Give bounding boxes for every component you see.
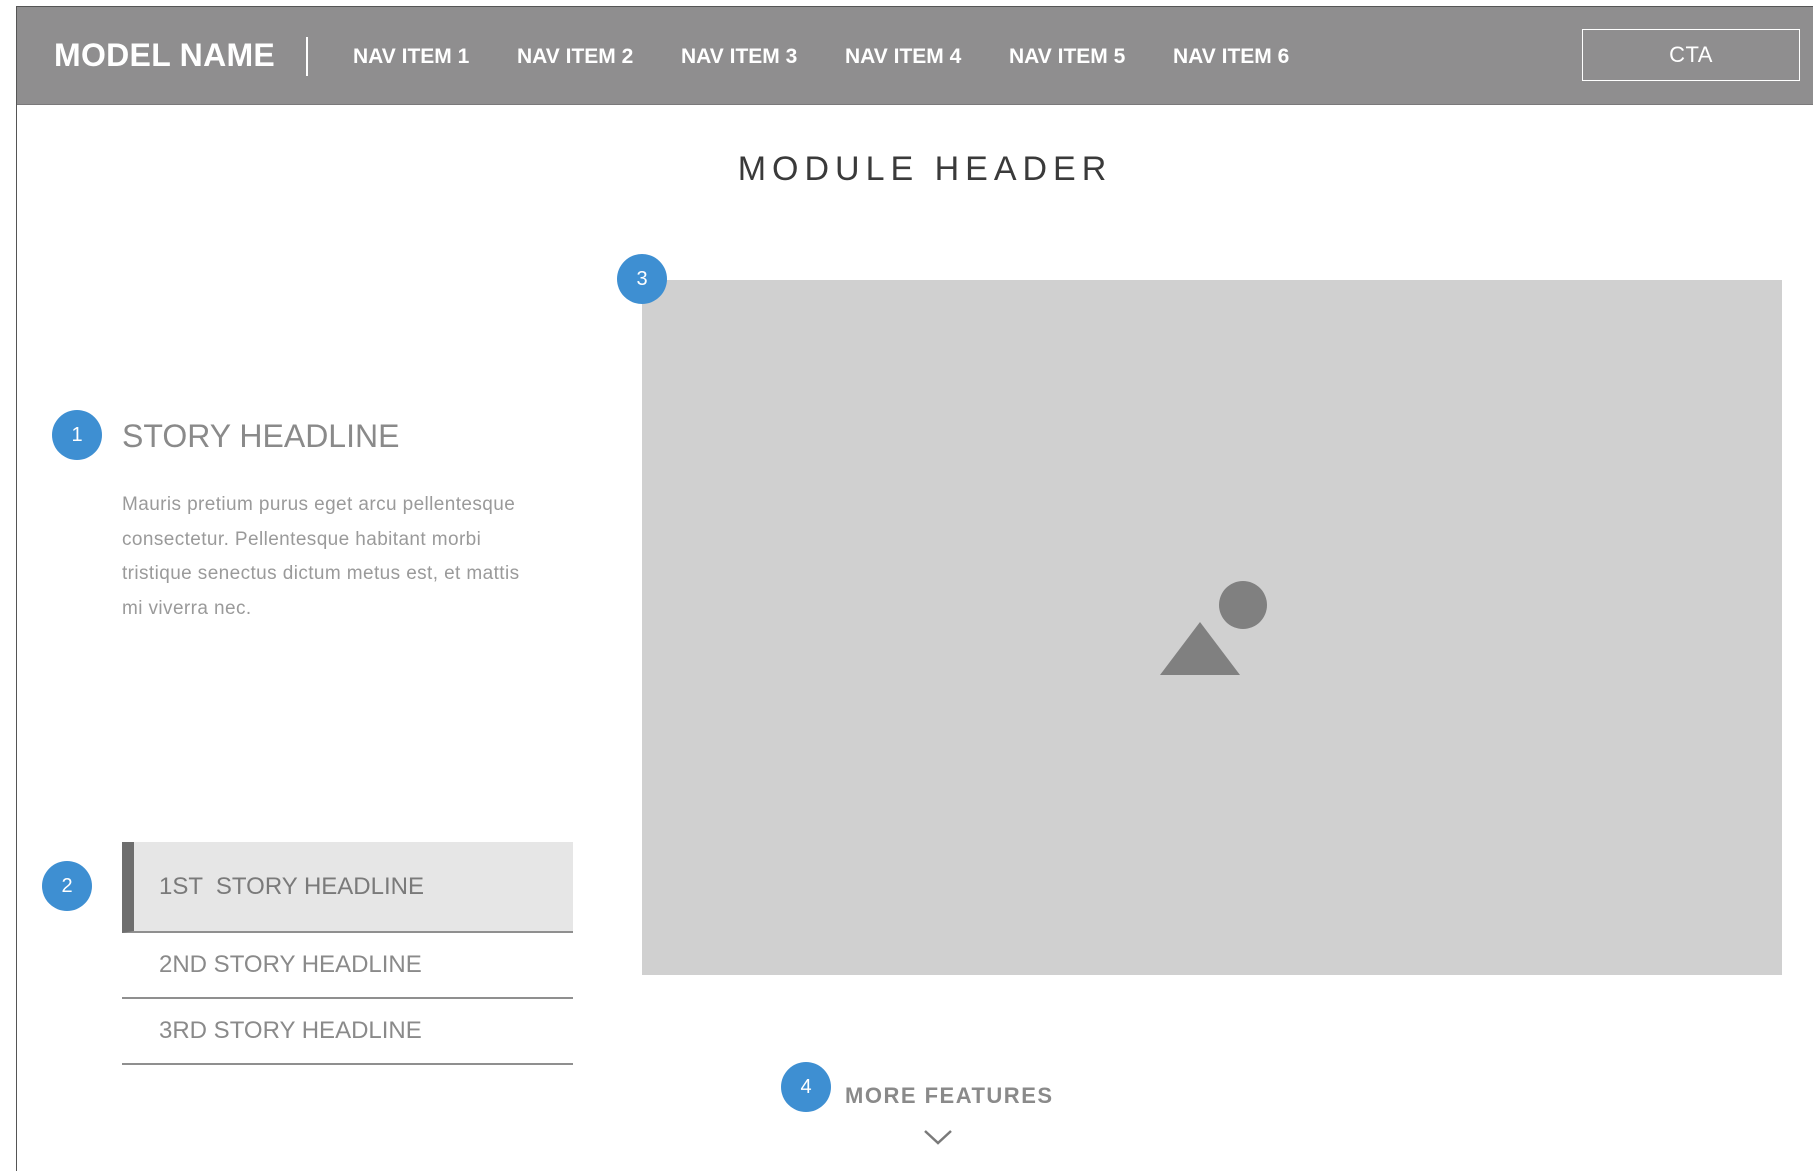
story-list-item-3[interactable]: 3RD STORY HEADLINE <box>122 999 573 1065</box>
marker-1-badge: 1 <box>52 410 102 460</box>
more-features-link[interactable]: MORE FEATURES <box>845 1083 1054 1109</box>
marker-3-badge: 3 <box>617 254 667 304</box>
chevron-down-icon[interactable] <box>923 1128 953 1146</box>
brand-divider <box>306 37 308 76</box>
nav-item-2[interactable]: NAV ITEM 2 <box>517 45 681 69</box>
story-list-item-label: 1ST STORY HEADLINE <box>159 872 424 900</box>
page: MODEL NAME NAV ITEM 1 NAV ITEM 2 NAV ITE… <box>0 0 1813 1171</box>
marker-4-badge: 4 <box>781 1062 831 1112</box>
cta-button[interactable]: CTA <box>1582 29 1800 81</box>
module-header: MODULE HEADER <box>737 150 1113 188</box>
story-list: 1ST STORY HEADLINE 2ND STORY HEADLINE 3R… <box>122 842 573 1065</box>
brand-model-name[interactable]: MODEL NAME <box>54 37 275 74</box>
story-list-item-1[interactable]: 1ST STORY HEADLINE <box>122 842 573 933</box>
nav-item-4[interactable]: NAV ITEM 4 <box>845 45 1009 69</box>
nav-item-3[interactable]: NAV ITEM 3 <box>681 45 845 69</box>
story-list-item-label: 2ND STORY HEADLINE <box>159 951 422 978</box>
nav-item-5[interactable]: NAV ITEM 5 <box>1009 45 1173 69</box>
story-headline: STORY HEADLINE <box>122 418 400 454</box>
nav-item-1[interactable]: NAV ITEM 1 <box>353 45 517 69</box>
nav-list: NAV ITEM 1 NAV ITEM 2 NAV ITEM 3 NAV ITE… <box>353 45 1337 69</box>
image-placeholder-icon <box>1160 581 1267 675</box>
top-nav-bar: MODEL NAME NAV ITEM 1 NAV ITEM 2 NAV ITE… <box>17 7 1813 105</box>
story-list-item-2[interactable]: 2ND STORY HEADLINE <box>122 933 573 999</box>
story-body-text: Mauris pretium purus eget arcu pellentes… <box>122 494 520 619</box>
media-placeholder <box>642 280 1782 975</box>
marker-2-badge: 2 <box>42 861 92 911</box>
story-list-item-label: 3RD STORY HEADLINE <box>159 1017 422 1044</box>
nav-item-6[interactable]: NAV ITEM 6 <box>1173 45 1337 69</box>
